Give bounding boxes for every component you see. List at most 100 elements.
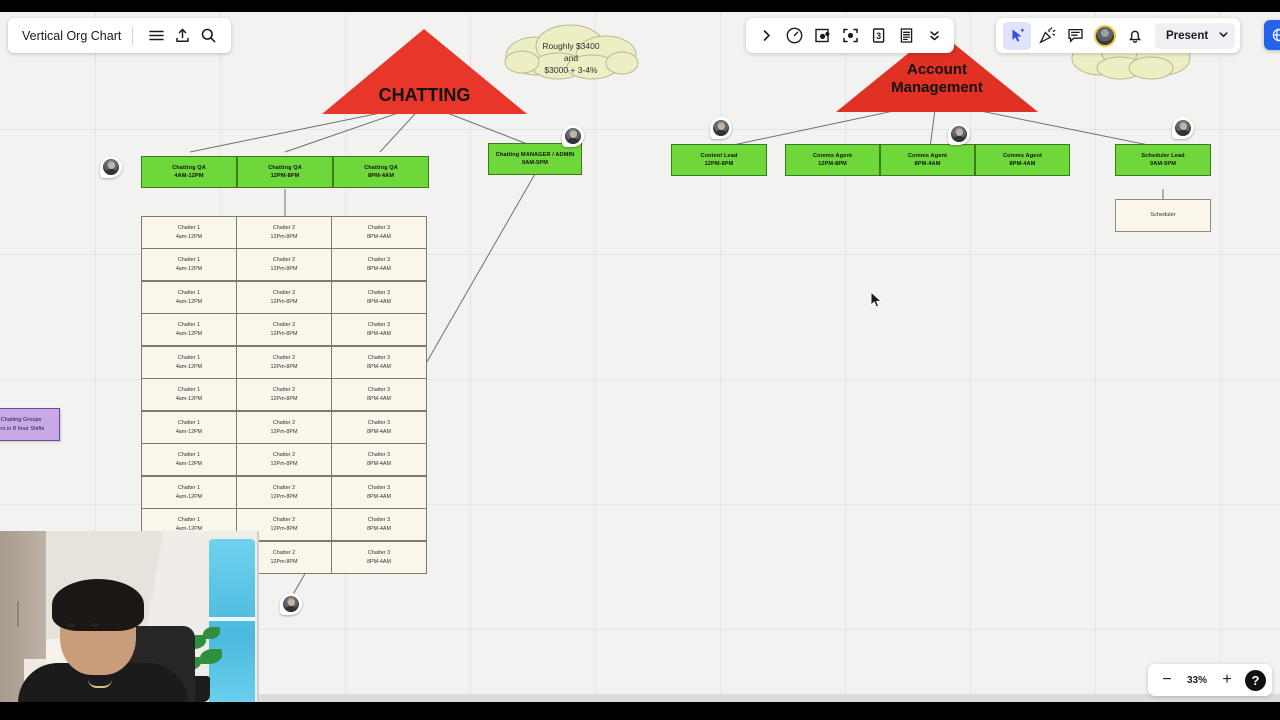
- chatter-cell[interactable]: Chatter 3 8PM-4AM: [331, 281, 427, 314]
- node-comms-agent-2[interactable]: Comms Agent 8PM-4AM: [880, 144, 975, 176]
- cursor-select-icon[interactable]: [1003, 21, 1031, 50]
- chatter-cell[interactable]: Chatter 2 12Pm-8PM: [236, 443, 332, 476]
- door-handle: [17, 601, 19, 627]
- chatter-title: Chatter 1: [177, 452, 201, 459]
- chatter-hours: 4am-12PM: [175, 493, 203, 500]
- notes-icon[interactable]: [892, 22, 920, 50]
- chatter-hours: 12Pm-8PM: [270, 233, 298, 240]
- hamburger-menu-icon[interactable]: [143, 23, 169, 49]
- chatter-cell[interactable]: Chatter 1 4am-12PM: [141, 476, 237, 509]
- chatter-cell[interactable]: Chatter 3 8PM-4AM: [331, 541, 427, 574]
- node-hours: 9AM-5PM: [522, 160, 548, 166]
- bell-icon[interactable]: [1121, 22, 1149, 50]
- avatar-bubble-qa[interactable]: [100, 156, 122, 178]
- avatar-bubble-content-lead[interactable]: [710, 117, 732, 139]
- comment-icon[interactable]: [1061, 22, 1089, 50]
- help-button[interactable]: ?: [1245, 669, 1266, 691]
- avatar-photo: [951, 125, 967, 142]
- chatter-cell[interactable]: Chatter 1 4am-12PM: [141, 443, 237, 476]
- chatter-title: Chatter 2: [272, 550, 296, 557]
- search-icon[interactable]: [195, 23, 221, 49]
- chatter-cell[interactable]: Chatter 3 8PM-4AM: [331, 378, 427, 411]
- chatter-cell[interactable]: Chatter 1 4am-12PM: [141, 313, 237, 346]
- expand-toolbar-icon[interactable]: [752, 22, 780, 50]
- chatter-cell[interactable]: Chatter 3 8PM-4AM: [331, 508, 427, 541]
- chatter-cell[interactable]: Chatter 2 12Pm-8PM: [236, 281, 332, 314]
- present-button[interactable]: Present: [1155, 22, 1236, 49]
- node-hours: 9AM-5PM: [1150, 161, 1176, 167]
- webcam-overlay[interactable]: [0, 531, 259, 702]
- upload-share-icon[interactable]: [169, 23, 195, 49]
- chatter-cell[interactable]: Chatter 1 4am-12PM: [141, 346, 237, 379]
- chatter-title: Chatter 1: [177, 290, 201, 297]
- node-content-lead[interactable]: Content Lead 12PM-8PM: [671, 144, 767, 176]
- node-title: Chatting QA: [172, 164, 206, 171]
- chatter-cell[interactable]: Chatter 3 8PM-4AM: [331, 346, 427, 379]
- frame-icon[interactable]: [808, 22, 836, 50]
- chatter-cell[interactable]: Chatter 3 8PM-4AM: [331, 313, 427, 346]
- chatter-hours: 12Pm-8PM: [270, 330, 298, 337]
- cost-cloud[interactable]: Roughly $3400 and $3000 + 3-4%: [500, 22, 642, 80]
- slide-number-icon[interactable]: 3: [864, 22, 892, 50]
- node-comms-agent-3[interactable]: Comms Agent 8PM-4AM: [975, 144, 1070, 176]
- comms-agent-row: Comms Agent 12PM-8PM Comms Agent 8PM-4AM…: [785, 144, 1070, 176]
- node-chatting-qa-2[interactable]: Chatting QA 12PM-8PM: [237, 156, 333, 188]
- chatter-cell[interactable]: Chatter 3 8PM-4AM: [331, 443, 427, 476]
- chatter-cell[interactable]: Chatter 2 12Pm-8PM: [236, 378, 332, 411]
- avatar-bubble-manager[interactable]: [562, 125, 584, 147]
- node-chatting-manager[interactable]: Chatting MANAGER / ADMIN 9AM-5PM: [488, 143, 582, 175]
- chatter-hours: 8PM-4AM: [367, 525, 391, 532]
- zoom-level[interactable]: 33%: [1180, 675, 1214, 686]
- chevron-down-icon[interactable]: [1218, 27, 1229, 45]
- chatter-cell[interactable]: Chatter 1 4am-12PM: [141, 248, 237, 281]
- page-title[interactable]: Vertical Org Chart: [22, 29, 121, 43]
- node-hours: 12PM-8PM: [818, 161, 847, 167]
- node-comms-agent-1[interactable]: Comms Agent 12PM-8PM: [785, 144, 880, 176]
- chatter-cell[interactable]: Chatter 2 12Pm-8PM: [236, 313, 332, 346]
- chatter-cell[interactable]: Chatter 3 8PM-4AM: [331, 216, 427, 249]
- timer-icon[interactable]: [780, 22, 808, 50]
- chatter-title: Chatter 3: [367, 485, 391, 492]
- chatter-cell[interactable]: Chatter 1 4am-12PM: [141, 378, 237, 411]
- chatter-cell[interactable]: Chatter 2 12Pm-8PM: [236, 248, 332, 281]
- chatter-cell[interactable]: Chatter 1 4am-12PM: [141, 281, 237, 314]
- chatting-groups-note[interactable]: Chatting Groups ers in 8 hour Shifts: [0, 408, 60, 441]
- avatar-bubble-comms[interactable]: [948, 123, 970, 145]
- zoom-in-button[interactable]: +: [1214, 667, 1240, 693]
- chatter-cell[interactable]: Chatter 2 12Pm-8PM: [236, 411, 332, 444]
- avatar-photo: [103, 158, 119, 175]
- share-globe-icon[interactable]: [1264, 20, 1280, 50]
- chatter-cell[interactable]: Chatter 3 8PM-4AM: [331, 248, 427, 281]
- chatter-title: Chatter 1: [177, 387, 201, 394]
- whiteboard-canvas[interactable]: CHATTING Account Management Roughly $340…: [0, 12, 1280, 702]
- chatter-cell[interactable]: Chatter 1 4am-12PM: [141, 216, 237, 249]
- chatter-row: Chatter 1 4am-12PM Chatter 2 12Pm-8PM Chatte…: [141, 476, 429, 509]
- chatting-triangle[interactable]: CHATTING: [322, 29, 527, 114]
- chatter-cell[interactable]: Chatter 3 8PM-4AM: [331, 476, 427, 509]
- chatter-hours: 8PM-4AM: [367, 395, 391, 402]
- chatter-cell[interactable]: Chatter 2 12Pm-8PM: [236, 476, 332, 509]
- chatter-cell[interactable]: Chatter 1 4am-12PM: [141, 411, 237, 444]
- chatter-title: Chatter 2: [272, 387, 296, 394]
- chevrons-down-icon[interactable]: [920, 22, 948, 50]
- user-avatar[interactable]: [1094, 24, 1116, 47]
- node-chatting-qa-1[interactable]: Chatting QA 4AM-12PM: [141, 156, 237, 188]
- chatter-cell[interactable]: Chatter 2 12Pm-8PM: [236, 216, 332, 249]
- chatter-row: Chatter 1 4am-12PM Chatter 2 12Pm-8PM Chatte…: [141, 313, 429, 346]
- node-title: Scheduler Lead: [1141, 152, 1185, 159]
- avatar-bubble-bottom[interactable]: [280, 593, 302, 615]
- zoom-out-button[interactable]: −: [1154, 667, 1180, 693]
- node-title: Chatting QA: [268, 164, 302, 171]
- focus-icon[interactable]: [836, 22, 864, 50]
- node-scheduler-lead[interactable]: Scheduler Lead 9AM-5PM: [1115, 144, 1211, 176]
- chatter-cell[interactable]: Chatter 3 8PM-4AM: [331, 411, 427, 444]
- node-scheduler[interactable]: Scheduler: [1115, 199, 1211, 232]
- chatter-cell[interactable]: Chatter 2 12Pm-8PM: [236, 346, 332, 379]
- avatar-bubble-scheduler[interactable]: [1172, 117, 1194, 139]
- chatter-title: Chatter 1: [177, 420, 201, 427]
- cost-cloud-line3: $3000 + 3-4%: [544, 65, 598, 75]
- account-management-label-line2: Management: [891, 79, 983, 96]
- confetti-icon[interactable]: [1033, 22, 1061, 50]
- chatter-title: Chatter 3: [367, 452, 391, 459]
- node-chatting-qa-3[interactable]: Chatting QA 8PM-4AM: [333, 156, 429, 188]
